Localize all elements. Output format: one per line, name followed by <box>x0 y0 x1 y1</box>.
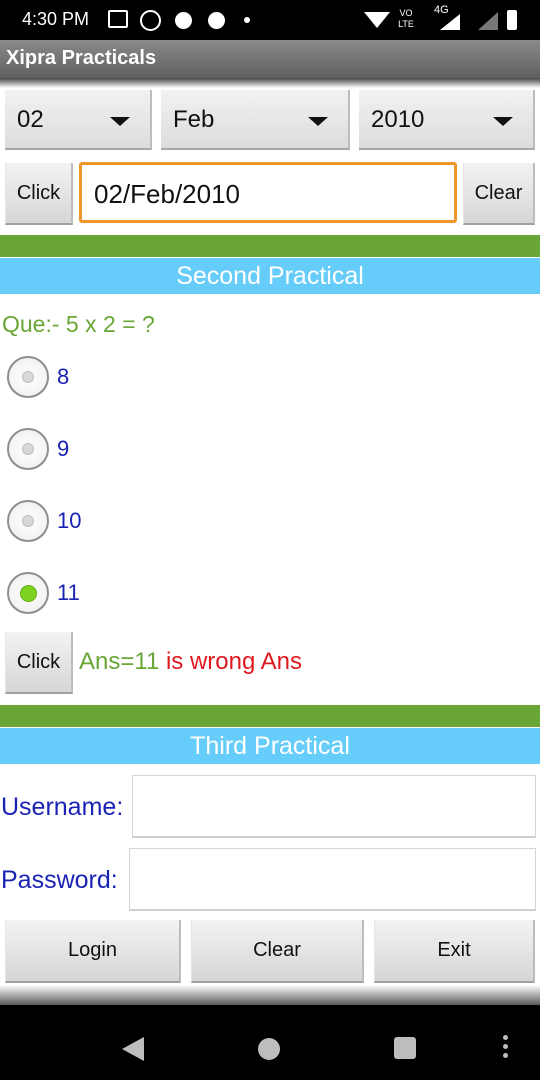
date-click-button[interactable]: Click <box>5 163 73 225</box>
app-title-bar: Xipra Practicals <box>0 40 540 78</box>
chevron-down-icon <box>308 117 328 126</box>
back-icon[interactable] <box>122 1037 144 1061</box>
radio-button-icon[interactable] <box>7 572 49 614</box>
volte-icon: VO LTE <box>398 8 414 29</box>
bottom-shadow <box>0 985 540 1005</box>
username-field[interactable] <box>132 775 536 838</box>
date-clear-button[interactable]: Clear <box>463 163 535 225</box>
radio-button-icon[interactable] <box>7 428 49 470</box>
day-spinner[interactable]: 02 <box>5 90 152 150</box>
answer-click-label: Click <box>16 651 61 673</box>
chevron-down-icon <box>110 117 130 126</box>
exit-label: Exit <box>437 939 471 961</box>
radio-button-icon[interactable] <box>7 500 49 542</box>
radio-label: 11 <box>57 580 80 605</box>
login-button[interactable]: Login <box>5 920 181 983</box>
radio-button-icon[interactable] <box>7 356 49 398</box>
radio-label: 8 <box>57 364 70 389</box>
more-options-icon[interactable] <box>503 1035 509 1061</box>
section-divider <box>0 235 540 257</box>
radio-dot <box>22 515 34 527</box>
home-icon[interactable] <box>258 1038 280 1060</box>
answer-verdict: is wrong Ans <box>159 648 303 675</box>
login-clear-button[interactable]: Clear <box>191 920 364 983</box>
radio-option-8[interactable]: 8 <box>7 356 207 400</box>
jio-icon <box>175 12 192 29</box>
radio-dot <box>22 443 34 455</box>
username-label: Username: <box>1 793 124 821</box>
date-click-label: Click <box>16 182 61 204</box>
dot-icon <box>244 17 250 23</box>
year-value: 2010 <box>371 106 425 133</box>
radio-dot-selected <box>20 585 37 602</box>
signal-empty-icon <box>478 12 498 30</box>
wifi-icon <box>364 12 390 28</box>
radio-option-11[interactable]: 11 <box>7 572 207 616</box>
answer-click-button[interactable]: Click <box>5 632 73 694</box>
date-clear-label: Clear <box>474 182 523 204</box>
month-value: Feb <box>173 106 215 133</box>
login-clear-label: Clear <box>253 939 301 961</box>
title-shadow <box>0 78 540 88</box>
radio-option-10[interactable]: 10 <box>7 500 207 544</box>
radio-option-9[interactable]: 9 <box>7 428 207 472</box>
news-icon <box>108 10 128 28</box>
month-spinner[interactable]: Feb <box>161 90 350 150</box>
answer-value: Ans=11 <box>79 648 160 675</box>
chevron-down-icon <box>493 117 513 126</box>
question-text: Que:- 5 x 2 = ? <box>2 311 155 337</box>
system-nav-bar <box>0 1005 540 1080</box>
radio-label: 10 <box>57 508 82 533</box>
status-bar: 4:30 PM VO LTE 4G <box>0 0 540 40</box>
section-divider <box>0 705 540 727</box>
date-display-value: 02/Feb/2010 <box>94 179 241 209</box>
signal-4g-icon <box>440 14 460 30</box>
date-display-field[interactable]: 02/Feb/2010 <box>79 162 457 223</box>
jio-icon <box>208 12 225 29</box>
password-label: Password: <box>1 866 118 894</box>
radio-label: 9 <box>57 436 70 461</box>
login-label: Login <box>68 939 117 961</box>
app-title: Xipra Practicals <box>6 47 157 69</box>
second-practical-heading: Second Practical <box>0 258 540 294</box>
answer-result: Ans=11 is wrong Ans <box>79 648 302 676</box>
password-field[interactable] <box>129 848 536 911</box>
third-practical-heading: Third Practical <box>0 728 540 764</box>
whatsapp-icon <box>140 10 161 31</box>
exit-button[interactable]: Exit <box>374 920 535 983</box>
status-time: 4:30 PM <box>22 9 90 29</box>
radio-dot <box>22 371 34 383</box>
day-value: 02 <box>17 106 44 133</box>
recent-apps-icon[interactable] <box>394 1037 416 1059</box>
battery-icon <box>507 10 517 30</box>
year-spinner[interactable]: 2010 <box>359 90 535 150</box>
